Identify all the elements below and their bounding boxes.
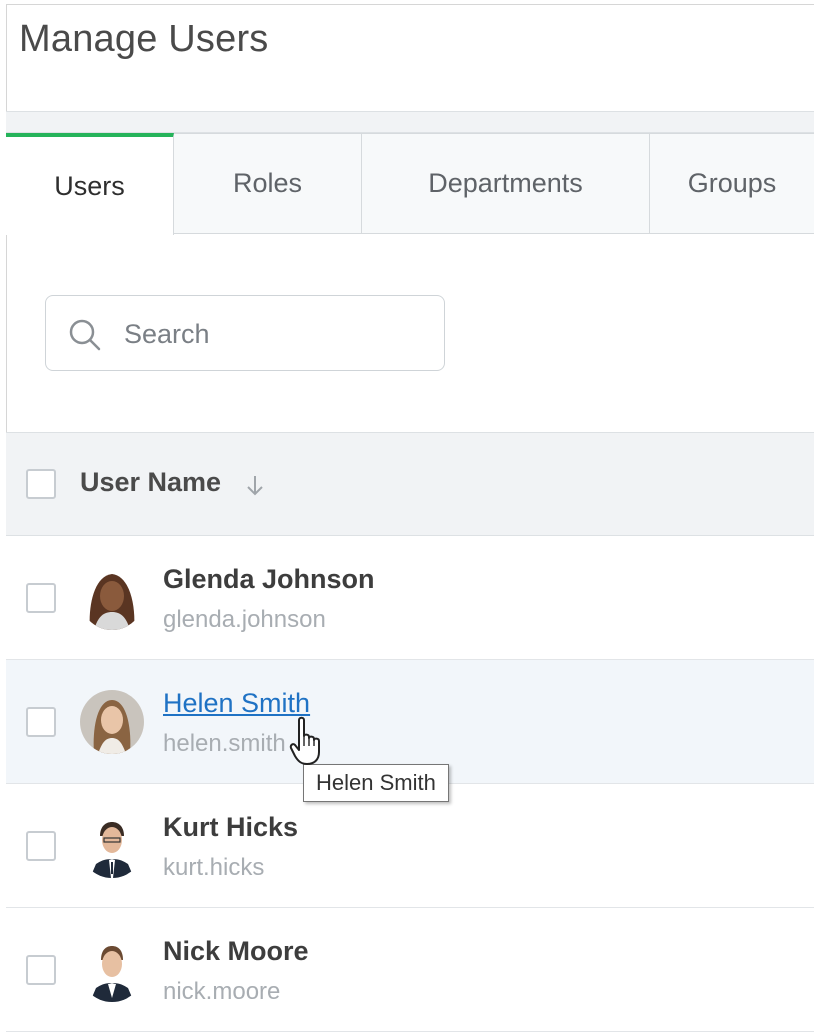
sort-down-arrow-icon[interactable] xyxy=(244,473,266,499)
hand-pointer-cursor-icon xyxy=(289,716,320,765)
user-name-link[interactable]: Helen Smith xyxy=(163,688,310,719)
tab-departments[interactable]: Departments xyxy=(362,133,650,233)
table-row[interactable]: Glenda Johnson glenda.johnson xyxy=(6,536,814,660)
row-checkbox[interactable] xyxy=(26,831,56,861)
table-row[interactable]: Nick Moore nick.moore xyxy=(6,908,814,1032)
tab-bar-divider xyxy=(174,233,814,234)
column-header-user-name[interactable]: User Name xyxy=(80,467,221,498)
search-box[interactable] xyxy=(45,295,445,371)
row-checkbox[interactable] xyxy=(26,583,56,613)
user-login: nick.moore xyxy=(163,978,281,1005)
tab-bar: Users Roles Departments Groups xyxy=(6,133,814,235)
avatar xyxy=(80,566,144,630)
user-name[interactable]: Nick Moore xyxy=(163,936,309,967)
user-login: kurt.hicks xyxy=(163,854,265,881)
row-checkbox[interactable] xyxy=(26,707,56,737)
user-name-tooltip: Helen Smith xyxy=(303,764,449,802)
search-icon xyxy=(69,319,101,351)
select-all-checkbox[interactable] xyxy=(26,469,56,499)
tab-users[interactable]: Users xyxy=(6,133,174,235)
tab-roles[interactable]: Roles xyxy=(174,133,362,233)
avatar xyxy=(80,690,144,754)
user-name[interactable]: Glenda Johnson xyxy=(163,564,375,595)
avatar xyxy=(80,814,144,878)
search-input[interactable] xyxy=(122,310,426,358)
tab-groups[interactable]: Groups xyxy=(650,133,814,233)
user-login: helen.smith xyxy=(163,730,286,757)
table-row[interactable]: Kurt Hicks kurt.hicks xyxy=(6,784,814,908)
table-header: User Name xyxy=(6,432,814,536)
row-checkbox[interactable] xyxy=(26,955,56,985)
title-divider xyxy=(6,111,814,133)
page-title: Manage Users xyxy=(19,18,269,60)
avatar xyxy=(80,938,144,1002)
user-login: glenda.johnson xyxy=(163,606,326,633)
user-name[interactable]: Kurt Hicks xyxy=(163,812,298,843)
